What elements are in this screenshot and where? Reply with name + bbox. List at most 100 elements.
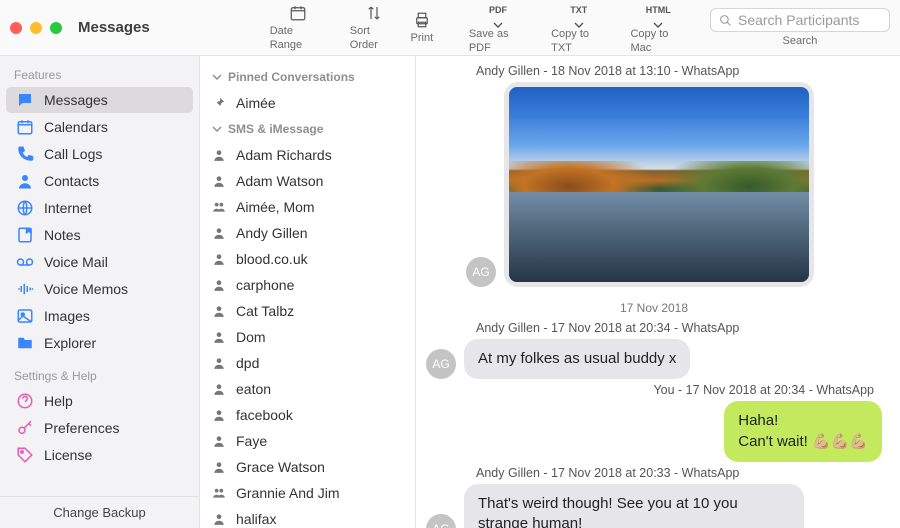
note-icon [16,226,34,244]
message-bubble: Haha!Can't wait! 💪🏼💪🏼💪🏼 [724,401,882,462]
conversation-item[interactable]: carphone [200,272,415,298]
pinned-section-header[interactable]: Pinned Conversations [200,64,415,90]
avatar: AG [466,257,496,287]
sidebar-item-messages[interactable]: Messages [6,87,193,113]
person-icon [212,304,226,318]
app-title: Messages [78,19,150,36]
sidebar-item-voice-mail[interactable]: Voice Mail [6,249,193,275]
person-icon [212,512,226,526]
conversation-item[interactable]: blood.co.uk [200,246,415,272]
sidebar-item-label: Calendars [44,119,108,135]
sidebar-item-license[interactable]: License [6,442,193,468]
conversation-item[interactable]: Dom [200,324,415,350]
copy-mac-button[interactable]: HTML Copy to Mac [630,0,686,54]
sidebar-item-calendars[interactable]: Calendars [6,114,193,140]
conversation-item[interactable]: Aimée, Mom [200,194,415,220]
conversation-item[interactable]: Faye [200,428,415,454]
person-icon [212,278,226,292]
conversation-name: halifax [236,511,276,527]
sidebar-item-label: Explorer [44,335,96,351]
avatar: AG [426,349,456,379]
group-icon [212,486,226,500]
copy-txt-button[interactable]: TXT Copy to TXT [551,0,606,54]
message-meta: Andy Gillen - 17 Nov 2018 at 20:34 - Wha… [426,321,882,335]
image-icon [16,307,34,325]
pdf-icon: PDF [488,0,508,20]
person-icon [212,382,226,396]
conversation-name: Cat Talbz [236,303,294,319]
maximize-window[interactable] [50,22,62,34]
sidebar-item-contacts[interactable]: Contacts [6,168,193,194]
minimize-window[interactable] [30,22,42,34]
incoming-message: AG That's weird though! See you at 10 you… [426,484,882,528]
conversation-name: Adam Watson [236,173,323,189]
sidebar-item-explorer[interactable]: Explorer [6,330,193,356]
sidebar-item-voice-memos[interactable]: Voice Memos [6,276,193,302]
conversation-item[interactable]: eaton [200,376,415,402]
date-range-button[interactable]: Date Range [270,3,326,51]
conversation-name: facebook [236,407,293,423]
search-label: Search [783,35,818,47]
sidebar-item-preferences[interactable]: Preferences [6,415,193,441]
sidebar-item-label: Internet [44,200,91,216]
incoming-message: AGAt my folkes as usual buddy x [426,339,882,379]
incoming-message: AG [466,82,882,287]
person-icon [212,330,226,344]
conversation-name: blood.co.uk [236,251,308,267]
calendar-icon [16,118,34,136]
message-bubble: That's weird though! See you at 10 you s… [464,484,804,528]
close-window[interactable] [10,22,22,34]
message-meta: You - 17 Nov 2018 at 20:34 - WhatsApp [426,383,882,397]
sms-section-header[interactable]: SMS & iMessage [200,116,415,142]
phone-icon [16,145,34,163]
message-image[interactable] [504,82,814,287]
person-icon [212,226,226,240]
search-input[interactable]: Search Participants [710,8,890,32]
sidebar-item-images[interactable]: Images [6,303,193,329]
conversation-name: Aimée, Mom [236,199,315,215]
help-icon [16,392,34,410]
wave-icon [16,280,34,298]
txt-icon: TXT [569,0,589,20]
conversation-item[interactable]: Andy Gillen [200,220,415,246]
avatar: AG [426,514,456,528]
sidebar-item-label: Voice Memos [44,281,128,297]
conversation-name: Grace Watson [236,459,325,475]
sidebar-item-internet[interactable]: Internet [6,195,193,221]
html-icon: HTML [648,0,668,20]
conversation-item[interactable]: Adam Richards [200,142,415,168]
sidebar-section-settings: Settings & Help [0,365,199,387]
key-icon [16,419,34,437]
messages-pane[interactable]: Andy Gillen - 18 Nov 2018 at 13:10 - Wha… [416,56,900,528]
message-meta: Andy Gillen - 18 Nov 2018 at 13:10 - Wha… [426,64,882,78]
sidebar-item-label: Messages [44,92,108,108]
sidebar-item-notes[interactable]: Notes [6,222,193,248]
contact-icon [16,172,34,190]
conversation-item[interactable]: Cat Talbz [200,298,415,324]
conversation-item[interactable]: Adam Watson [200,168,415,194]
person-icon [212,434,226,448]
conversation-item[interactable]: Grannie And Jim [200,480,415,506]
sort-order-button[interactable]: Sort Order [350,3,399,51]
change-backup-button[interactable]: Change Backup [0,496,199,528]
sidebar-item-help[interactable]: Help [6,388,193,414]
sidebar-item-call-logs[interactable]: Call Logs [6,141,193,167]
voicemail-icon [16,253,34,271]
conversation-item[interactable]: halifax [200,506,415,528]
sidebar-item-label: License [44,447,92,463]
conversation-item[interactable]: facebook [200,402,415,428]
sidebar-section-features: Features [0,64,199,86]
conversation-item[interactable]: dpd [200,350,415,376]
sidebar-item-label: Images [44,308,90,324]
save-pdf-button[interactable]: PDF Save as PDF [469,0,527,54]
person-icon [212,460,226,474]
tag-icon [16,446,34,464]
pinned-conversation[interactable]: Aimée [200,90,415,116]
conversation-item[interactable]: Grace Watson [200,454,415,480]
printer-icon [412,10,432,30]
conversation-name: Faye [236,433,267,449]
chat-icon [16,91,34,109]
pin-icon [212,96,226,110]
sidebar-item-label: Contacts [44,173,99,189]
print-button[interactable]: Print [399,10,445,45]
